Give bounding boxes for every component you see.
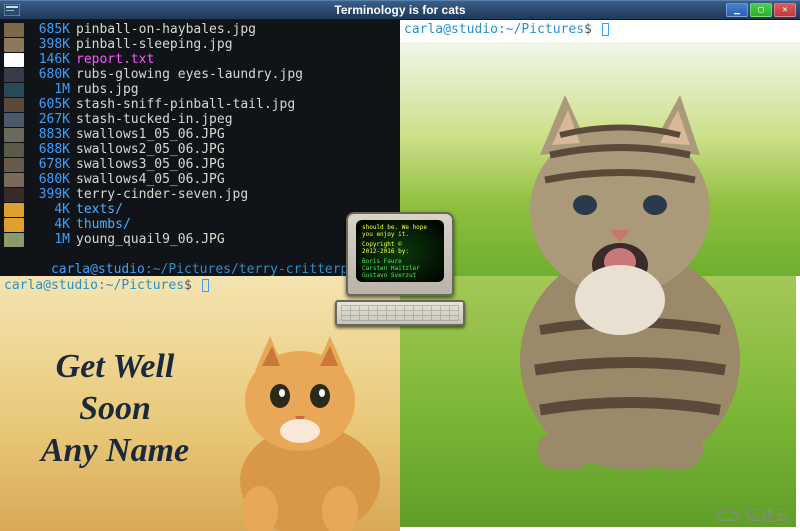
card-line-1: Get Well — [30, 346, 200, 388]
file-row: 678K swallows3_05_06.JPG — [4, 157, 396, 172]
prompt-path: ~/Pictures — [506, 22, 584, 37]
prompt-symbol: $ — [584, 22, 592, 37]
file-size: 1M — [28, 82, 70, 97]
file-size: 680K — [28, 172, 70, 187]
retro-keyboard-icon — [335, 300, 465, 326]
file-size: 680K — [28, 67, 70, 82]
file-row: 680K rubs-glowing eyes-laundry.jpg — [4, 67, 396, 82]
image-thumbnail-icon — [4, 158, 24, 172]
file-name: swallows2_05_06.JPG — [76, 142, 225, 157]
file-size: 4K — [28, 217, 70, 232]
image-thumbnail-icon — [4, 38, 24, 52]
image-thumbnail-icon — [4, 173, 24, 187]
window-maximize-button[interactable]: ▢ — [750, 3, 772, 17]
watermark: 亿速云 — [715, 504, 790, 525]
image-thumbnail-icon — [4, 188, 24, 202]
file-row: 883K swallows1_05_06.JPG — [4, 127, 396, 142]
file-size: 688K — [28, 142, 70, 157]
file-size: 685K — [28, 22, 70, 37]
prompt-line: carla@studio:~/Pictures$ — [400, 20, 800, 39]
file-name: young_quail9_06.JPG — [76, 232, 225, 247]
image-thumbnail-icon — [4, 128, 24, 142]
file-size: 605K — [28, 97, 70, 112]
text-file-icon — [4, 53, 24, 67]
file-name: pinball-sleeping.jpg — [76, 37, 233, 52]
file-size: 146K — [28, 52, 70, 67]
file-row: 398K pinball-sleeping.jpg — [4, 37, 396, 52]
watermark-text: 亿速云 — [745, 504, 790, 525]
file-name: texts/ — [76, 202, 123, 217]
prompt-user: carla@studio — [4, 278, 98, 293]
file-name: terry-cinder-seven.jpg — [76, 187, 248, 202]
window-title: Terminology is for cats — [334, 3, 465, 17]
prompt-user: carla@studio — [51, 262, 145, 276]
file-size: 398K — [28, 37, 70, 52]
cloud-icon — [715, 507, 741, 523]
prompt-symbol: $ — [184, 278, 192, 293]
cursor-icon — [202, 279, 209, 292]
retro-monitor-icon: should be. We hope you enjoy it. Copyrig… — [346, 212, 454, 296]
about-screen-text: should be. We hope you enjoy it. Copyrig… — [356, 220, 444, 282]
file-size: 1M — [28, 232, 70, 247]
folder-icon — [4, 218, 24, 232]
image-thumbnail-icon — [4, 23, 24, 37]
folder-icon — [4, 203, 24, 217]
file-name: rubs.jpg — [76, 82, 139, 97]
image-thumbnail-icon — [4, 98, 24, 112]
prompt-user: carla@studio — [404, 22, 498, 37]
file-size: 4K — [28, 202, 70, 217]
window-close-button[interactable]: ✕ — [774, 3, 796, 17]
image-thumbnail-icon — [4, 68, 24, 82]
card-line-3: Any Name — [30, 430, 200, 472]
image-thumbnail-icon — [4, 233, 24, 247]
file-row: 688K swallows2_05_06.JPG — [4, 142, 396, 157]
file-name: stash-sniff-pinball-tail.jpg — [76, 97, 295, 112]
window-minimize-button[interactable]: ▁ — [726, 3, 748, 17]
image-thumbnail-icon — [4, 143, 24, 157]
file-row: 267K stash-tucked-in.jpeg — [4, 112, 396, 127]
file-name: swallows3_05_06.JPG — [76, 157, 225, 172]
card-line-2: Soon — [30, 388, 200, 430]
kitten-orange-image — [200, 321, 390, 531]
file-name: thumbs/ — [76, 217, 131, 232]
file-row: 146K report.txt — [4, 52, 396, 67]
file-row: 685K pinball-on-haybales.jpg — [4, 22, 396, 37]
file-row: 399K terry-cinder-seven.jpg — [4, 187, 396, 202]
file-row: 605K stash-sniff-pinball-tail.jpg — [4, 97, 396, 112]
about-dialog: should be. We hope you enjoy it. Copyrig… — [335, 212, 465, 332]
file-name: swallows1_05_06.JPG — [76, 127, 225, 142]
window-controls: ▁ ▢ ✕ — [726, 3, 796, 17]
file-size: 267K — [28, 112, 70, 127]
workspace: 685K pinball-on-haybales.jpg 398K pinball-s… — [0, 20, 800, 531]
cursor-icon — [602, 23, 609, 36]
file-row: 1M rubs.jpg — [4, 82, 396, 97]
file-name: swallows4_05_06.JPG — [76, 172, 225, 187]
file-size: 399K — [28, 187, 70, 202]
image-thumbnail-icon — [4, 113, 24, 127]
file-size: 883K — [28, 127, 70, 142]
file-name: report.txt — [76, 52, 154, 67]
file-name: pinball-on-haybales.jpg — [76, 22, 256, 37]
window-titlebar: Terminology is for cats ▁ ▢ ✕ — [0, 0, 800, 20]
image-thumbnail-icon — [4, 83, 24, 97]
file-name: rubs-glowing eyes-laundry.jpg — [76, 67, 303, 82]
file-name: stash-tucked-in.jpeg — [76, 112, 233, 127]
greeting-card-text: Get Well Soon Any Name — [30, 346, 200, 472]
file-size: 678K — [28, 157, 70, 172]
file-row: 680K swallows4_05_06.JPG — [4, 172, 396, 187]
kitten-tabby-image — [480, 80, 770, 470]
window-app-icon — [4, 3, 20, 17]
prompt-path: ~/Pictures — [106, 278, 184, 293]
